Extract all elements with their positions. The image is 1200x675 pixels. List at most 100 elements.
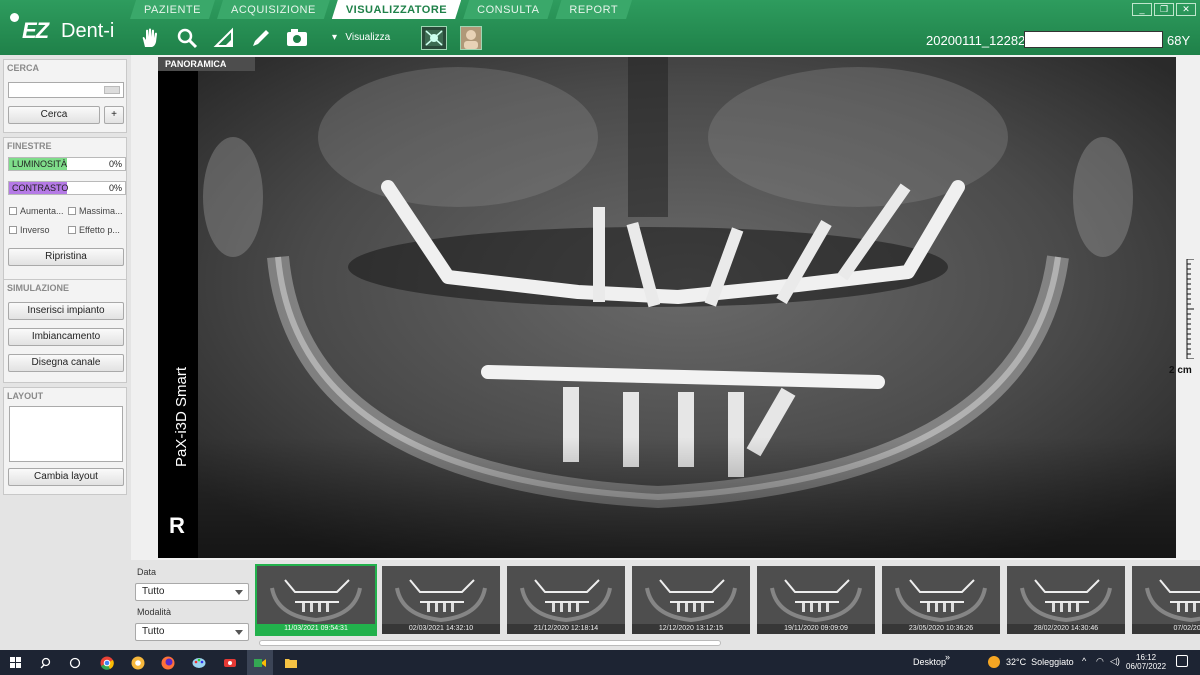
luminosita-label: LUMINOSITÀ: [12, 159, 68, 169]
visualizza-dropdown[interactable]: ▾ Visualizza: [332, 32, 390, 43]
tab-acquisizione[interactable]: ACQUISIZIONE: [217, 0, 330, 19]
windows-taskbar: Desktop » 32°C Soleggiato ^ ◠ ◁) 16:12 0…: [0, 650, 1200, 675]
visualizza-label: Visualizza: [345, 32, 391, 43]
scale-ruler: [1186, 259, 1194, 359]
keyboard-icon[interactable]: [104, 86, 120, 94]
thumbnail-date: 12/12/2020 13:12:15: [632, 624, 750, 634]
layout-preview[interactable]: [9, 406, 123, 462]
checkbox-aumenta[interactable]: Aumenta...: [9, 206, 64, 216]
meet-icon[interactable]: [247, 650, 273, 675]
xray-thumbnail[interactable]: 23/05/2020 10:36:26: [880, 564, 1002, 636]
xray-thumbnail[interactable]: 19/11/2020 09:09:09: [755, 564, 877, 636]
tab-paziente[interactable]: PAZIENTE: [130, 0, 215, 19]
system-clock[interactable]: 16:12 06/07/2022: [1126, 653, 1166, 671]
checkbox-inverso[interactable]: Inverso: [9, 225, 50, 235]
xray-thumbnail[interactable]: 11/03/2021 09:54:31: [255, 564, 377, 636]
thumbnail-image: [507, 566, 625, 624]
luminosita-slider[interactable]: LUMINOSITÀ 0%: [8, 157, 126, 171]
draw-canal-button[interactable]: Disegna canale: [8, 354, 124, 372]
tab-visualizzatore[interactable]: VISUALIZZATORE: [332, 0, 461, 19]
xray-thumbnail[interactable]: 21/12/2020 12:18:14: [505, 564, 627, 636]
panoramic-xray[interactable]: [158, 57, 1176, 558]
patient-name-field: [1024, 31, 1163, 48]
checkbox-massima[interactable]: Massima...: [68, 206, 123, 216]
view-mode-label: PANORAMICA: [158, 57, 255, 71]
minimize-icon[interactable]: _: [1132, 3, 1152, 16]
windows-start-icon[interactable]: [8, 650, 24, 675]
weather-widget[interactable]: 32°C Soleggiato: [1006, 657, 1074, 667]
contrasto-label: CONTRASTO: [12, 183, 69, 193]
luminosita-value: 0%: [108, 159, 122, 169]
pencil-icon[interactable]: [246, 24, 276, 52]
weather-sun-icon: [988, 656, 1000, 668]
window-controls: _ ❐ ✕: [1132, 3, 1196, 16]
change-layout-button[interactable]: Cambia layout: [8, 468, 124, 486]
firefox-icon[interactable]: [159, 650, 177, 675]
compare-view-icon[interactable]: [421, 26, 447, 50]
add-search-button[interactable]: +: [104, 106, 124, 124]
magnifier-icon[interactable]: [172, 24, 202, 52]
finestre-title: FINESTRE: [7, 141, 52, 151]
close-icon[interactable]: ✕: [1176, 3, 1196, 16]
volume-icon[interactable]: ◁): [1110, 656, 1120, 667]
tab-report[interactable]: REPORT: [555, 0, 632, 19]
thumbnail-image: [632, 566, 750, 624]
left-sidebar: CERCA Cerca + FINESTRE LUMINOSITÀ 0% CON…: [0, 55, 131, 650]
wifi-icon[interactable]: ◠: [1096, 656, 1104, 667]
file-explorer-icon[interactable]: [282, 650, 300, 675]
measure-angle-icon[interactable]: [209, 24, 239, 52]
thumbnail-date: 02/03/2021 14:32:10: [382, 624, 500, 634]
thumbnail-strip: 11/03/2021 09:54:31 02/03/2021 14:32:10 21…: [255, 564, 1200, 638]
contrasto-slider[interactable]: CONTRASTO 0%: [8, 181, 126, 195]
chevron-right-icon[interactable]: »: [945, 652, 950, 662]
hand-icon[interactable]: [135, 24, 165, 52]
thumbnail-image: [882, 566, 1000, 624]
tab-consulta[interactable]: CONSULTA: [463, 0, 553, 19]
cerca-panel: CERCA Cerca +: [3, 59, 127, 133]
whitening-button[interactable]: Imbiancamento: [8, 328, 124, 346]
layout-panel: LAYOUT Cambia layout: [3, 387, 127, 495]
logo-dot-icon: [10, 13, 19, 22]
thumbnail-image: [757, 566, 875, 624]
paint-icon[interactable]: [190, 650, 208, 675]
checkbox-label: Effetto p...: [79, 225, 120, 235]
checkbox-box: [68, 207, 76, 215]
checkbox-label: Aumenta...: [20, 206, 64, 216]
thumbnail-image: [257, 566, 375, 624]
app-header: EZ Dent-i PAZIENTE ACQUISIZIONE VISUALIZ…: [0, 0, 1200, 55]
device-name: PaX-i3D Smart: [173, 366, 190, 467]
task-view-icon[interactable]: [67, 650, 83, 675]
scale-label: 2 cm: [1169, 365, 1192, 376]
chrome-canary-icon[interactable]: [129, 650, 147, 675]
screen-recorder-icon[interactable]: [221, 650, 239, 675]
reset-button[interactable]: Ripristina: [8, 248, 124, 266]
checkbox-box: [9, 226, 17, 234]
desktop-toolbar-label[interactable]: Desktop: [913, 657, 946, 667]
data-filter-select[interactable]: Tutto: [135, 583, 249, 601]
insert-implant-button[interactable]: Inserisci impianto: [8, 302, 124, 320]
modalita-filter-select[interactable]: Tutto: [135, 623, 249, 641]
thumbnail-date: 28/02/2020 14:30:46: [1007, 624, 1125, 634]
thumbnail-scrollbar[interactable]: [259, 640, 721, 646]
image-viewer: PANORAMICA PaX-i3D Smart R 2 cm: [131, 55, 1200, 560]
checkbox-box: [68, 226, 76, 234]
xray-thumbnail[interactable]: 07/02/2020: [1130, 564, 1200, 636]
chevron-up-icon[interactable]: ^: [1082, 656, 1086, 666]
chrome-icon[interactable]: [98, 650, 116, 675]
chevron-down-icon: ▾: [332, 32, 338, 43]
patient-photo-icon[interactable]: [460, 26, 482, 50]
search-icon[interactable]: [38, 650, 54, 675]
restore-icon[interactable]: ❐: [1154, 3, 1174, 16]
xray-image: [158, 57, 1176, 558]
thumbnail-date: 07/02/2020: [1132, 624, 1200, 634]
xray-thumbnail[interactable]: 28/02/2020 14:30:46: [1005, 564, 1127, 636]
contrasto-value: 0%: [108, 183, 122, 193]
notification-icon[interactable]: [1176, 655, 1188, 667]
camera-capture-icon[interactable]: [283, 24, 313, 52]
xray-thumbnail[interactable]: 12/12/2020 13:12:15: [630, 564, 752, 636]
viewer-toolbar: [135, 24, 320, 52]
search-button[interactable]: Cerca: [8, 106, 100, 124]
xray-thumbnail[interactable]: 02/03/2021 14:32:10: [380, 564, 502, 636]
thumbnail-date: 23/05/2020 10:36:26: [882, 624, 1000, 634]
checkbox-effetto[interactable]: Effetto p...: [68, 225, 120, 235]
